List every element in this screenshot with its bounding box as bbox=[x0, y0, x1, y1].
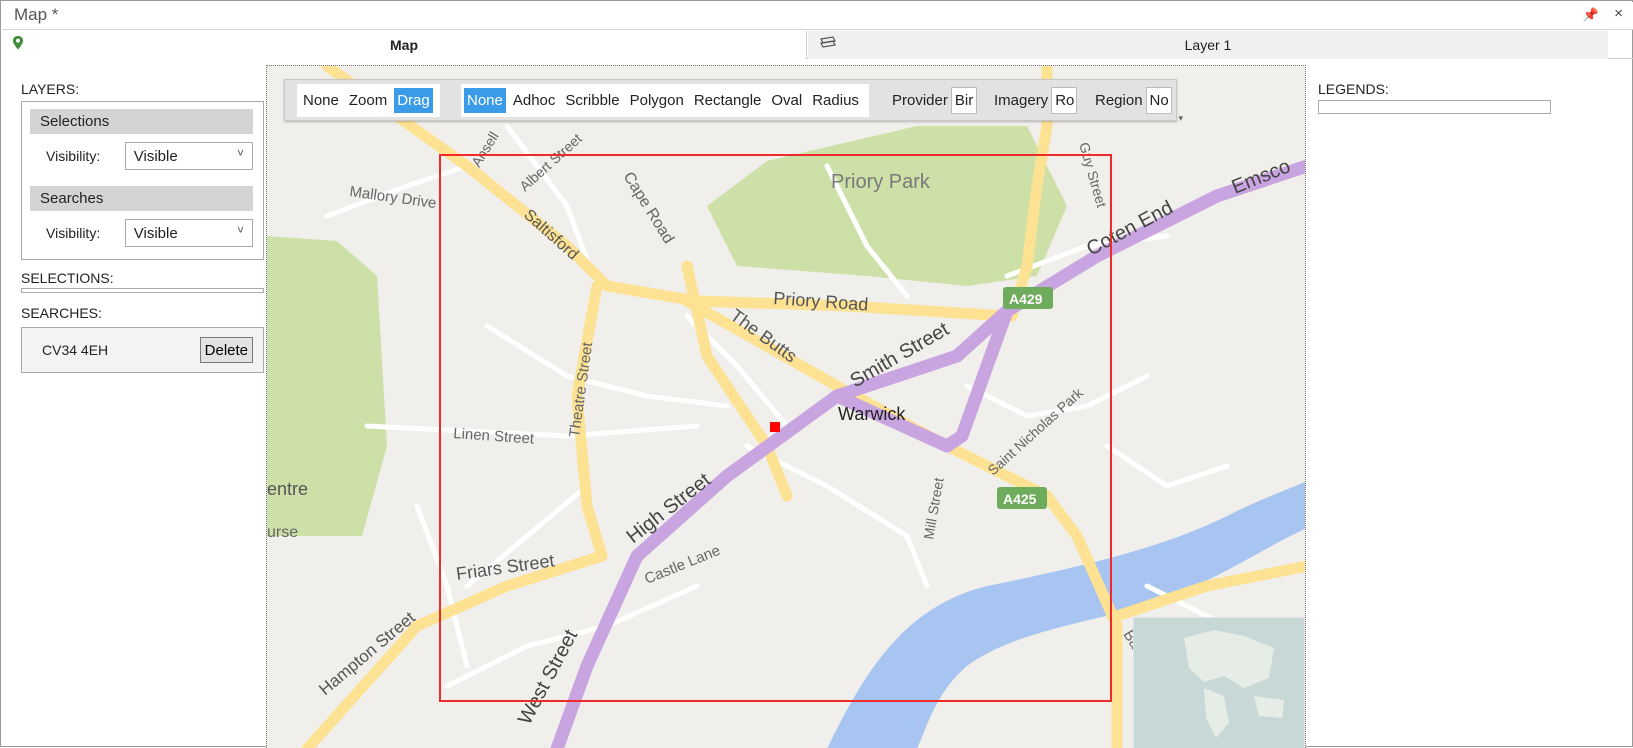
chevron-down-icon: ˅ bbox=[236, 223, 244, 237]
chevron-down-icon: ˅ bbox=[236, 146, 244, 160]
left-panel: LAYERS: Selections Visibility: Visible ˅… bbox=[21, 81, 266, 373]
selections-heading: SELECTIONS: bbox=[21, 270, 114, 286]
search-location-marker[interactable] bbox=[770, 422, 780, 432]
region-select[interactable]: No bbox=[1145, 87, 1172, 114]
shape-scribble-button[interactable]: Scribble bbox=[562, 88, 622, 113]
selections-visibility-select[interactable]: Visible ˅ bbox=[124, 142, 253, 170]
shape-none-button[interactable]: None bbox=[464, 88, 506, 113]
selections-visibility-row: Visibility: Visible ˅ bbox=[30, 134, 253, 174]
shape-polygon-button[interactable]: Polygon bbox=[627, 88, 687, 113]
imagery-group: Imagery Ro bbox=[991, 84, 1078, 117]
delete-search-button[interactable]: Delete bbox=[199, 337, 253, 363]
layers-heading: LAYERS: bbox=[21, 81, 80, 97]
mode-group: None Zoom Drag bbox=[297, 84, 440, 117]
visibility-label: Visibility: bbox=[46, 225, 101, 241]
overview-minimap[interactable] bbox=[1133, 617, 1305, 748]
tab-map[interactable]: Map bbox=[2, 31, 807, 59]
right-panel: LEGENDS: bbox=[1318, 81, 1553, 114]
imagery-label: Imagery bbox=[994, 92, 1049, 109]
window-title: Map * bbox=[14, 5, 59, 24]
close-icon[interactable]: × bbox=[1614, 5, 1623, 22]
map-canvas[interactable]: Priory Park Warwick Coten End Emsco Prio… bbox=[266, 65, 1306, 748]
mode-zoom-button[interactable]: Zoom bbox=[346, 88, 390, 113]
mode-none-button[interactable]: None bbox=[300, 88, 342, 113]
visibility-label: Visibility: bbox=[46, 148, 101, 164]
search-query: CV34 4EH bbox=[42, 342, 109, 358]
searches-visibility-value: Visible bbox=[133, 225, 178, 242]
selections-list bbox=[21, 288, 264, 293]
shape-group: None Adhoc Scribble Polygon Rectangle Ov… bbox=[461, 84, 869, 117]
world-map-icon bbox=[1134, 618, 1304, 748]
legends-list bbox=[1318, 100, 1551, 114]
pin-icon[interactable]: 📌 bbox=[1583, 7, 1599, 23]
toolbar-overflow-icon[interactable]: ▾ bbox=[1178, 113, 1183, 124]
shape-radius-button[interactable]: Radius bbox=[809, 88, 862, 113]
region-group: Region No bbox=[1092, 84, 1172, 117]
searches-visibility-row: Visibility: Visible ˅ bbox=[30, 211, 253, 251]
region-label: Region bbox=[1095, 92, 1143, 109]
provider-group: Provider Bir bbox=[889, 84, 977, 117]
tab-layer-1[interactable]: Layer 1 bbox=[808, 31, 1608, 59]
shape-rectangle-button[interactable]: Rectangle bbox=[691, 88, 765, 113]
imagery-select[interactable]: Ro bbox=[1051, 87, 1078, 114]
title-bar: Map * 📌 × bbox=[2, 2, 1633, 30]
tab-layer-1-label: Layer 1 bbox=[1184, 37, 1232, 53]
provider-select[interactable]: Bir bbox=[950, 87, 977, 114]
tab-map-label: Map bbox=[390, 37, 418, 53]
map-window: Map * 📌 × Map Layer 1 LAYERS: Selections… bbox=[0, 0, 1633, 748]
provider-label: Provider bbox=[892, 92, 948, 109]
layers-box: Selections Visibility: Visible ˅ Searche… bbox=[21, 101, 264, 260]
map-toolbar: None Zoom Drag None Adhoc Scribble Polyg… bbox=[284, 79, 1183, 123]
searches-visibility-select[interactable]: Visible ˅ bbox=[124, 219, 253, 247]
label-centre: entre bbox=[267, 479, 308, 499]
shape-adhoc-button[interactable]: Adhoc bbox=[510, 88, 559, 113]
legends-heading: LEGENDS: bbox=[1318, 81, 1389, 97]
shape-oval-button[interactable]: Oval bbox=[768, 88, 805, 113]
search-item[interactable]: CV34 4EH Delete bbox=[21, 327, 264, 373]
searches-heading: SEARCHES: bbox=[21, 305, 102, 321]
selections-visibility-value: Visible bbox=[133, 148, 178, 165]
mode-drag-button[interactable]: Drag bbox=[394, 88, 433, 113]
layer-group-searches[interactable]: Searches bbox=[30, 186, 253, 211]
layer-group-selections[interactable]: Selections bbox=[30, 109, 253, 134]
label-course: urse bbox=[267, 524, 298, 541]
tab-strip: Map Layer 1 bbox=[2, 31, 1633, 59]
